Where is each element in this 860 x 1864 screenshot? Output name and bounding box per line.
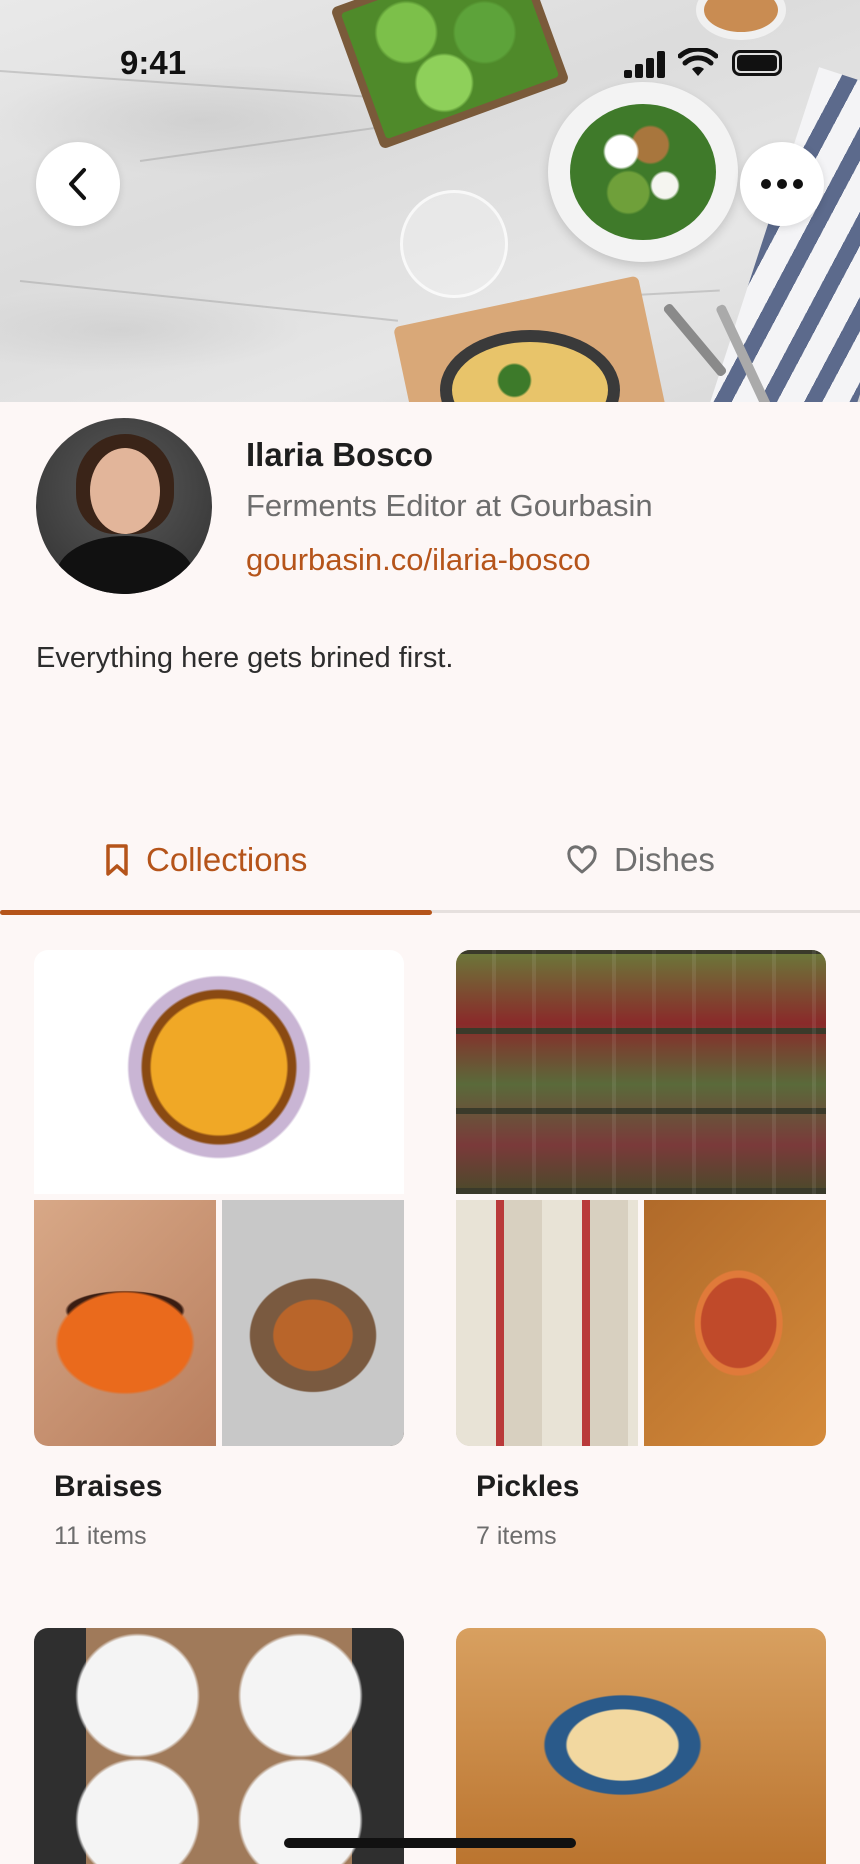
active-tab-indicator bbox=[0, 910, 432, 915]
collection-cover bbox=[456, 950, 826, 1446]
collection-cover bbox=[34, 950, 404, 1446]
profile-name: Ilaria Bosco bbox=[246, 436, 434, 473]
tab-collections-label: Collections bbox=[146, 841, 308, 878]
avatar bbox=[36, 418, 212, 594]
status-time: 9:41 bbox=[120, 44, 187, 81]
chevron-left-icon bbox=[69, 168, 86, 200]
collection-title: Pickles bbox=[476, 1470, 580, 1503]
more-options-button[interactable] bbox=[740, 142, 824, 226]
collection-cover bbox=[34, 1628, 404, 1864]
cellular-signal-icon bbox=[624, 50, 668, 78]
back-button[interactable] bbox=[36, 142, 120, 226]
ellipsis-icon bbox=[761, 179, 803, 189]
collection-count: 7 items bbox=[476, 1522, 557, 1550]
cover-image-tertiary bbox=[644, 1200, 826, 1446]
collection-count: 11 items bbox=[54, 1522, 147, 1550]
profile-link[interactable]: gourbasin.co/ilaria-bosco bbox=[246, 542, 591, 578]
wifi-icon bbox=[678, 48, 718, 76]
home-indicator bbox=[284, 1838, 576, 1848]
water-glass bbox=[400, 190, 508, 298]
cover-image-main bbox=[34, 950, 404, 1194]
status-bar: 9:41 bbox=[0, 0, 860, 120]
profile-role: Ferments Editor at Gourbasin bbox=[246, 488, 653, 523]
collection-title: Braises bbox=[54, 1470, 163, 1503]
collection-cover bbox=[456, 1628, 826, 1864]
heart-icon bbox=[567, 845, 597, 874]
tab-dishes-label: Dishes bbox=[614, 841, 715, 878]
cover-image-tertiary bbox=[222, 1200, 404, 1446]
tab-dishes[interactable]: Dishes bbox=[566, 830, 715, 890]
cover-image-secondary bbox=[34, 1200, 216, 1446]
bookmark-icon bbox=[106, 844, 128, 876]
profile-bio: Everything here gets brined first. bbox=[36, 642, 454, 674]
tab-collections[interactable]: Collections bbox=[104, 830, 307, 890]
cover-image-main bbox=[456, 950, 826, 1194]
battery-icon bbox=[732, 50, 782, 76]
cover-image-secondary bbox=[456, 1200, 638, 1446]
